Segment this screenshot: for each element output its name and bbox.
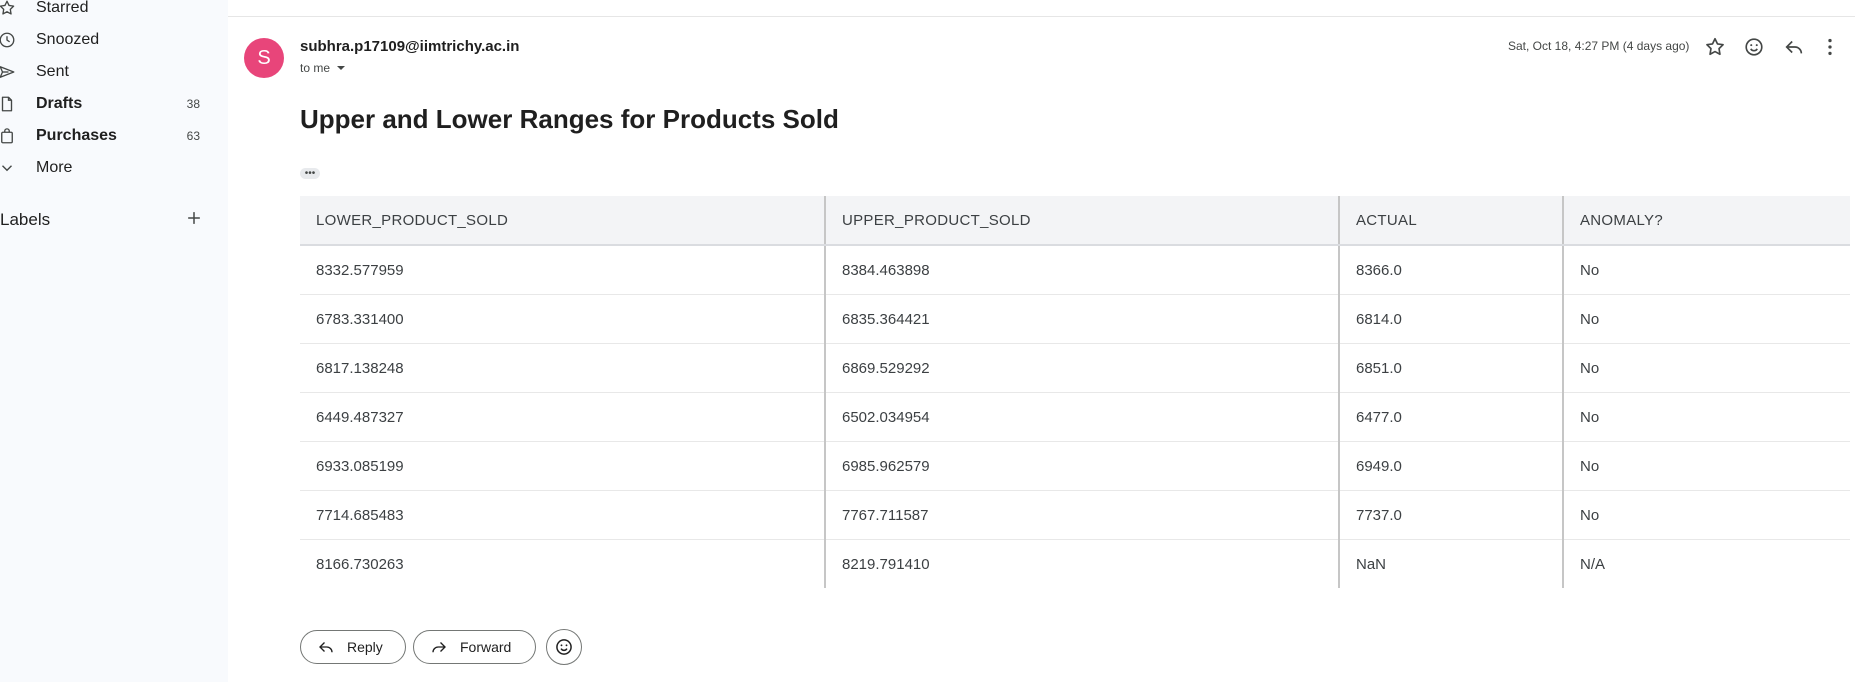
table-cell: 6814.0 — [1338, 294, 1563, 344]
sidebar-item-snoozed[interactable]: Snoozed — [0, 24, 228, 56]
table-cell: 6783.331400 — [300, 294, 825, 344]
emoji-reaction-button[interactable] — [546, 629, 582, 665]
table-cell: 6985.962579 — [824, 441, 1339, 491]
column-header: ACTUAL — [1338, 196, 1563, 246]
reply-button[interactable]: Reply — [300, 630, 406, 664]
table-row: 8332.577959 8384.463898 8366.0 No — [300, 245, 1850, 295]
table-cell: 8366.0 — [1338, 245, 1563, 295]
send-icon — [0, 66, 15, 78]
table-row: 6817.138248 6869.529292 6851.0 No — [300, 343, 1850, 393]
table-cell: No — [1562, 245, 1850, 295]
email-view: S subhra.p17109@iimtrichy.ac.in to me Sa… — [228, 0, 1855, 682]
table-cell: 7767.711587 — [824, 490, 1339, 540]
avatar-letter: S — [257, 46, 271, 69]
table-cell: 6477.0 — [1338, 392, 1563, 442]
table-cell: 8166.730263 — [316, 555, 404, 573]
chevron-down-icon — [2, 165, 12, 172]
caret-down-icon — [337, 66, 346, 70]
recipient-label: to me — [300, 61, 331, 75]
table-cell: 8384.463898 — [824, 245, 1339, 295]
column-header: UPPER_PRODUCT_SOLD — [824, 196, 1339, 246]
add-label-icon[interactable] — [184, 208, 204, 228]
table-cell: No — [1562, 294, 1850, 344]
star-icon[interactable] — [1704, 36, 1726, 58]
sidebar-item-label: Sent — [36, 63, 69, 80]
table-header-row: LOWER_PRODUCT_SOLD UPPER_PRODUCT_SOLD AC… — [300, 196, 1850, 246]
table-cell: 8219.791410 — [824, 539, 1339, 588]
reply-icon[interactable] — [1783, 36, 1805, 58]
table-cell: 7714.685483 — [300, 490, 825, 540]
table-cell: No — [1562, 490, 1850, 540]
star-icon — [0, 0, 15, 15]
table-cell: 6817.138248 — [300, 343, 825, 393]
shopping-bag-icon — [1, 128, 13, 144]
sidebar-item-drafts[interactable]: Drafts 38 — [0, 88, 228, 120]
table-row: 6449.487327 6502.034954 6477.0 No — [300, 392, 1850, 442]
sidebar-item-count: 38 — [186, 97, 200, 111]
sidebar: Starred Snoozed Sent Drafts 38 Purchases… — [0, 0, 228, 682]
more-vert-icon[interactable] — [1819, 36, 1841, 58]
table-row: 6933.085199 6985.962579 6949.0 No — [300, 441, 1850, 491]
sidebar-item-more[interactable]: More — [0, 152, 228, 184]
table-cell: 6449.487327 — [300, 392, 825, 442]
sender-email[interactable]: subhra.p17109@iimtrichy.ac.in — [300, 38, 519, 55]
data-table: LOWER_PRODUCT_SOLD UPPER_PRODUCT_SOLD AC… — [300, 196, 1850, 588]
sidebar-item-label: More — [36, 159, 73, 176]
table-cell: 8332.577959 — [300, 245, 825, 295]
table-cell: No — [1562, 392, 1850, 442]
sidebar-item-purchases[interactable]: Purchases 63 — [0, 120, 228, 152]
sidebar-item-sent[interactable]: Sent — [0, 56, 228, 88]
table-cell: No — [1562, 343, 1850, 393]
table-cell: 6851.0 — [1338, 343, 1563, 393]
emoji-icon — [556, 639, 572, 655]
table-cell: No — [1562, 441, 1850, 491]
column-header: ANOMALY? — [1562, 196, 1850, 246]
labels-heading: Labels — [0, 210, 51, 229]
forward-button[interactable]: Forward — [413, 630, 536, 664]
table-cell: N/A — [1562, 539, 1850, 588]
table-cell: 6949.0 — [1338, 441, 1563, 491]
sidebar-item-label: Starred — [36, 0, 89, 16]
divider — [228, 16, 1855, 17]
sidebar-item-label: Purchases — [36, 127, 117, 144]
sidebar-item-count: 63 — [186, 129, 200, 143]
email-subject: Upper and Lower Ranges for Products Sold — [300, 104, 839, 134]
draft-icon — [1, 96, 13, 112]
labels-section: Labels — [0, 208, 228, 232]
recipient-details[interactable]: to me — [300, 61, 346, 75]
sidebar-item-label: Drafts — [36, 95, 83, 112]
sidebar-item-starred[interactable]: Starred — [0, 0, 228, 24]
table-cell: 7737.0 — [1338, 490, 1563, 540]
clock-icon — [0, 32, 15, 48]
table-cell: 6933.085199 — [300, 441, 825, 491]
table-row: 7714.685483 7767.711587 7737.0 No — [300, 490, 1850, 540]
sidebar-item-label: Snoozed — [36, 31, 100, 48]
avatar[interactable]: S — [244, 38, 284, 78]
email-date: Sat, Oct 18, 4:27 PM (4 days ago) — [1508, 39, 1690, 53]
table-cell: NaN — [1338, 539, 1563, 588]
column-header: LOWER_PRODUCT_SOLD — [300, 196, 825, 246]
table-cell: 6835.364421 — [824, 294, 1339, 344]
table-cell: 6869.529292 — [824, 343, 1339, 393]
forward-label: Forward — [460, 639, 512, 655]
show-trimmed-content-button[interactable]: ••• — [300, 168, 320, 179]
table-row: 6783.331400 6835.364421 6814.0 No — [300, 294, 1850, 344]
reply-icon — [319, 642, 333, 653]
table-cell: 6502.034954 — [824, 392, 1339, 442]
reply-label: Reply — [347, 639, 383, 655]
emoji-icon[interactable] — [1743, 36, 1765, 58]
forward-icon — [432, 642, 446, 653]
table-row: 8166.730263 8219.791410 NaN N/A — [300, 539, 1850, 588]
